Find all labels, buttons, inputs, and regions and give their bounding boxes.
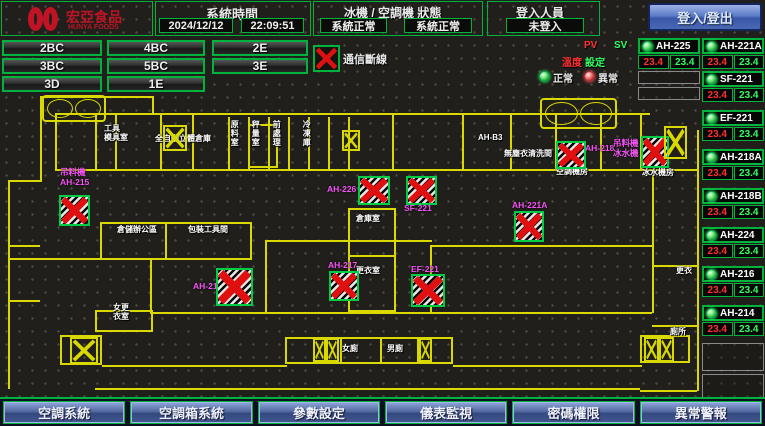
stairs-icon	[540, 98, 617, 129]
footer-button-密碼權限[interactable]: 密碼權限	[513, 402, 633, 423]
map-wall	[150, 258, 152, 313]
map-wall	[288, 117, 290, 169]
map-wall	[152, 96, 154, 114]
comm-fail-machine-icon[interactable]	[358, 176, 390, 205]
map-wall	[453, 365, 642, 367]
footer-button-空調箱系統[interactable]: 空調箱系統	[131, 402, 251, 423]
room-label: 冷凍庫	[302, 120, 311, 147]
hatched-area-icon	[659, 337, 674, 362]
equipment-label: 吊料機 AH-215	[60, 168, 89, 188]
footer-button-儀表監視[interactable]: 儀表監視	[386, 402, 506, 423]
comm-fail-machine-icon[interactable]	[556, 141, 586, 169]
map-wall	[430, 245, 652, 247]
room-label: 倉庫室	[356, 214, 380, 223]
floor-plan-map: 工具 模具室全自動立體倉庫原料室秤量室前處理冷凍庫AH-B3無塵衣清洗間空調機房…	[0, 0, 765, 426]
map-wall	[265, 240, 267, 313]
map-wall	[8, 245, 40, 247]
map-wall	[392, 113, 394, 169]
comm-fail-machine-icon[interactable]	[59, 195, 90, 226]
map-wall	[8, 258, 252, 260]
map-wall	[8, 300, 40, 302]
stairs-icon	[42, 95, 106, 122]
hatched-area-icon	[163, 125, 187, 151]
room-label: 前處理	[272, 120, 281, 147]
map-wall	[165, 222, 167, 259]
room-label: 男廁	[387, 344, 403, 353]
equipment-label: 吊料機 冰水機	[613, 139, 639, 159]
room-label: 包裝工具間	[188, 225, 228, 234]
comm-fail-machine-icon[interactable]	[406, 176, 437, 205]
equipment-label: AH-221A	[512, 201, 547, 211]
room-label: 女更 衣室	[113, 303, 129, 321]
hatched-area-icon	[342, 130, 360, 151]
equipment-label: SF-221	[404, 204, 432, 214]
comm-fail-machine-icon[interactable]	[216, 268, 253, 306]
map-wall	[100, 222, 252, 224]
room-label: 更衣	[676, 266, 692, 275]
hatched-area-icon	[644, 337, 659, 362]
hatched-area-icon	[70, 337, 98, 364]
room-label: 廁所	[670, 327, 686, 336]
comm-fail-machine-icon[interactable]	[514, 211, 544, 242]
map-wall	[8, 180, 10, 389]
map-wall	[102, 365, 287, 367]
map-wall	[652, 169, 654, 313]
room-label: 工具 模具室	[104, 124, 128, 142]
map-wall	[640, 390, 697, 392]
footer-menu: 空調系統空調箱系統參數設定儀表監視密碼權限異常警報	[0, 397, 765, 426]
map-wall	[328, 117, 330, 169]
hatched-area-icon	[419, 338, 432, 362]
map-wall	[462, 113, 464, 169]
map-wall	[697, 130, 699, 391]
comm-fail-machine-icon[interactable]	[411, 274, 445, 307]
map-wall	[510, 113, 512, 169]
map-wall	[55, 169, 698, 171]
footer-button-異常警報[interactable]: 異常警報	[641, 402, 761, 423]
comm-fail-machine-icon[interactable]	[329, 271, 359, 301]
map-wall	[95, 388, 640, 390]
room-label: 原料室	[230, 120, 239, 147]
equipment-label: AH-217	[328, 261, 357, 271]
hatched-area-icon	[326, 338, 339, 362]
room-label: 冰水機房	[642, 168, 674, 177]
hatched-area-icon	[664, 126, 687, 159]
room-label: AH-B3	[478, 133, 502, 142]
map-wall	[100, 222, 102, 259]
footer-button-空調系統[interactable]: 空調系統	[4, 402, 124, 423]
footer-button-參數設定[interactable]: 參數設定	[259, 402, 379, 423]
room-label: 女廁	[342, 344, 358, 353]
room-label: 更衣室	[356, 266, 380, 275]
map-wall	[150, 312, 652, 314]
map-wall	[250, 222, 252, 259]
equipment-label: AH-226	[327, 185, 356, 195]
room-label: 倉儲辦公區	[117, 225, 157, 234]
hmi-screen: { "header": { "logo_title": "宏亞食品", "log…	[0, 0, 765, 426]
equipment-label: AH-218	[585, 144, 614, 154]
room-label: 無塵衣清洗間	[504, 149, 552, 158]
map-wall	[8, 180, 42, 182]
hatched-area-icon	[313, 338, 326, 362]
room-label: 秤量室	[251, 120, 260, 147]
